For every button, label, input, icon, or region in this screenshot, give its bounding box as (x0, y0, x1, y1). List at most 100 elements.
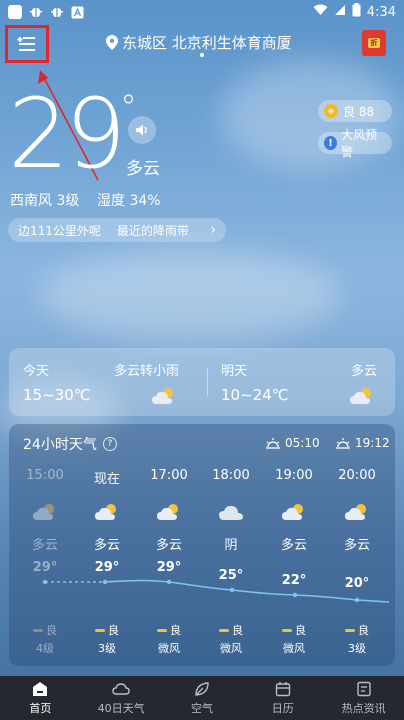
hour-condition: 阴 (224, 538, 238, 553)
hourly-forecast-card[interactable]: 24小时天气 ? 05:10 19:12 15:00 多云 29° 良 4级 现在 多云 29… (9, 424, 395, 666)
hour-wind: 4级 (36, 642, 54, 655)
aqi-level-bar (219, 628, 229, 632)
red-packet-label: 折 (368, 38, 380, 48)
hour-aqi: 良 (201, 622, 261, 638)
tomorrow-condition: 多云 (350, 364, 377, 379)
today-range: 15~30℃ (23, 386, 91, 404)
nav-home[interactable]: 首页 (0, 676, 81, 720)
hour-aqi: 良 (77, 622, 137, 638)
tomorrow-range: 10~24℃ (221, 386, 289, 404)
nav-news[interactable]: 热点资讯 (323, 676, 404, 720)
status-bar: 4:34 (0, 0, 404, 24)
bug-icon (49, 5, 64, 20)
hour-aqi: 良 (264, 622, 324, 638)
sunrise-icon (266, 438, 280, 449)
aqi-level-bar (282, 628, 292, 632)
weather-warning-badge[interactable]: ! 大风预警 (318, 128, 392, 159)
sunset-icon (336, 438, 350, 449)
hour-aqi: 良 (15, 622, 75, 638)
hour-time: 17:00 (150, 468, 188, 483)
hourly-title-text: 24小时天气 (23, 437, 97, 453)
hour-condition: 多云 (155, 538, 182, 553)
aqi-level-bar (95, 628, 105, 632)
overcast-icon (201, 494, 261, 530)
hour-aqi: 良 (327, 622, 387, 638)
nav-air[interactable]: 空气 (162, 676, 243, 720)
bg-cloud (40, 250, 340, 340)
hour-time: 现在 (93, 472, 120, 487)
ticker-text: 最近的降雨带 (116, 223, 189, 238)
hour-condition: 多云 (31, 538, 58, 553)
current-temperature: 29 (8, 78, 126, 190)
aqi-text: 良 88 (343, 104, 375, 119)
hour-column[interactable]: 20:00 多云 20° 良 3级 (327, 468, 387, 655)
partly-cloudy-icon (139, 494, 199, 530)
current-condition: 多云 (126, 159, 160, 179)
hour-wind: 3级 (348, 642, 366, 655)
aqi-level-bar (345, 628, 355, 632)
voice-broadcast-button[interactable] (128, 116, 156, 144)
hour-condition: 多云 (343, 538, 370, 553)
hour-condition: 多云 (93, 538, 120, 553)
hour-aqi: 良 (139, 622, 199, 638)
today-forecast[interactable]: 今天 多云转小雨 15~30℃ (9, 348, 189, 416)
location-selector[interactable]: 东城区 北京利生体育商厦 (106, 32, 292, 53)
partly-cloudy-icon (151, 386, 177, 410)
alert-icon: ! (324, 136, 338, 150)
cloud-icon (112, 681, 130, 697)
partly-cloudy-icon (349, 386, 375, 410)
red-packet-button[interactable]: 折 (362, 30, 386, 56)
wifi-icon (313, 4, 328, 20)
hour-time: 15:00 (26, 468, 64, 483)
ticker-text: 边111公里外呢 (18, 223, 101, 238)
hour-time: 18:00 (212, 468, 250, 483)
hour-time: 20:00 (338, 468, 376, 483)
hour-condition: 多云 (280, 538, 307, 553)
temperature-curve (42, 579, 390, 603)
rain-ticker[interactable]: 边111公里外呢 最近的降雨带 › (8, 218, 226, 242)
sunset-time: 19:12 (335, 436, 390, 450)
hour-column[interactable]: 15:00 多云 29° 良 4级 (15, 468, 75, 655)
news-icon (355, 681, 373, 697)
partly-cloudy-icon (15, 494, 75, 530)
hour-column[interactable]: 19:00 多云 22° 良微风 (264, 468, 324, 655)
today-label: 今天 (23, 364, 50, 379)
partly-cloudy-icon (264, 494, 324, 530)
menu-list-icon (17, 37, 35, 51)
tomorrow-forecast[interactable]: 明天 多云 10~24℃ (207, 348, 387, 416)
location-text: 东城区 北京利生体育商厦 (122, 34, 292, 52)
calendar-icon (274, 681, 292, 697)
hour-column[interactable]: 现在 多云 29° 良 3级 (77, 468, 137, 655)
aqi-level-bar (33, 628, 43, 632)
sunrise-time: 05:10 (265, 436, 320, 450)
hour-wind: 微风 (283, 642, 305, 655)
signal-icon (334, 4, 346, 20)
nav-40day[interactable]: 40日天气 (81, 676, 162, 720)
hour-column[interactable]: 18:00 阴 25° 良微风 (201, 468, 261, 655)
hour-column[interactable]: 17:00 多云 29° 良微风 (139, 468, 199, 655)
hour-wind: 微风 (220, 642, 242, 655)
hourly-title: 24小时天气 ? (23, 434, 117, 454)
page-indicator-dot (200, 53, 204, 57)
location-pin-icon (106, 35, 118, 50)
wind-info: 西南风 3级 (10, 193, 80, 209)
city-manage-button[interactable] (5, 25, 49, 63)
help-icon[interactable]: ? (102, 437, 117, 451)
bug-icon (28, 5, 43, 20)
clock: 4:34 (366, 4, 396, 20)
partly-cloudy-icon (327, 494, 387, 530)
hour-wind: 微风 (158, 642, 180, 655)
nav-calendar[interactable]: 日历 (242, 676, 323, 720)
aqi-level-bar (157, 628, 167, 632)
A-icon (70, 5, 85, 20)
today-condition: 多云转小雨 (113, 364, 179, 379)
battery-icon (352, 3, 361, 21)
home-icon (31, 681, 49, 697)
partly-cloudy-icon (77, 494, 137, 530)
hour-time: 19:00 (275, 468, 313, 483)
daily-forecast-card[interactable]: 今天 多云转小雨 15~30℃ 明天 多云 10~24℃ (9, 348, 395, 416)
tomorrow-label: 明天 (221, 364, 248, 379)
aqi-badge[interactable]: ❀ 良 88 (318, 100, 392, 122)
chevron-right-icon: › (210, 222, 216, 238)
leaf-icon (193, 681, 211, 697)
